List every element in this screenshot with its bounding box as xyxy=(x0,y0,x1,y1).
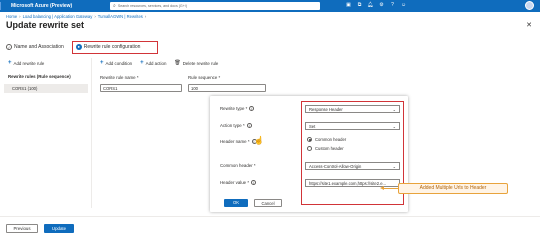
settings-icon[interactable]: ⚙ xyxy=(378,2,385,8)
plus-icon: + xyxy=(8,60,12,66)
chevron-down-icon: ⌄ xyxy=(392,107,396,112)
radio-unselected-icon xyxy=(307,146,312,151)
annotation-callout: Added Multiple Urls to Header xyxy=(398,183,508,194)
feedback-icon[interactable]: ☺ xyxy=(400,2,407,8)
common-header-label: Common header * xyxy=(220,163,256,168)
callout-arrowhead xyxy=(380,186,384,190)
callout-arrow xyxy=(383,188,399,189)
top-bar: Microsoft Azure (Preview) ⌕ Search resou… xyxy=(0,0,540,12)
header-value-label: Header value * xyxy=(220,180,250,185)
common-header-select[interactable]: Access-Control-Allow-Origin ⌄ xyxy=(305,162,400,170)
breadcrumb-separator: › xyxy=(94,14,96,19)
previous-button[interactable]: Previous xyxy=(6,224,38,233)
rewrite-type-value: Response Header xyxy=(309,107,343,112)
tab-highlight-box xyxy=(72,41,158,54)
search-input[interactable]: ⌕ Search resources, services, and docs (… xyxy=(110,2,320,10)
cancel-button[interactable]: Cancel xyxy=(254,199,282,207)
add-rewrite-rule-button[interactable]: + Add rewrite rule xyxy=(8,60,44,66)
avatar[interactable] xyxy=(525,1,534,10)
breadcrumb-home[interactable]: Home xyxy=(6,14,17,19)
plus-icon: + xyxy=(100,60,104,66)
brand-title[interactable]: Microsoft Azure (Preview) xyxy=(11,3,93,9)
action-type-label: Action type * xyxy=(220,123,245,128)
tab-label: Name and Association xyxy=(14,44,64,50)
search-icon: ⌕ xyxy=(113,3,116,9)
page-title: Update rewrite set xyxy=(6,20,85,30)
header-value-field[interactable]: https://site1.example.com,https://site2.… xyxy=(305,179,400,187)
action-type-value: Set xyxy=(309,124,316,129)
trash-icon: 🗑︎ xyxy=(174,60,181,66)
rules-pane xyxy=(0,58,92,208)
add-rewrite-rule-label: Add rewrite rule xyxy=(13,60,45,66)
plus-icon: + xyxy=(140,60,144,66)
rule-name-field[interactable]: CORS1 xyxy=(100,84,182,92)
header-name-label: Header name * xyxy=(220,139,250,144)
add-action-label: Add action xyxy=(145,60,167,66)
update-button[interactable]: Update xyxy=(44,224,74,233)
help-icon[interactable]: ? xyxy=(389,2,396,8)
rule-sequence-label: Rule sequence * xyxy=(188,75,221,80)
common-header-radio[interactable]: Common header xyxy=(307,137,346,142)
breadcrumb-separator: › xyxy=(19,14,21,19)
breadcrumb-load-balancing[interactable]: Load balancing | Application Gateway xyxy=(23,14,93,19)
rule-toolbar: + Add condition + Add action 🗑︎ Delete rewr… xyxy=(100,60,218,66)
common-header-radio-label: Common header xyxy=(315,137,347,142)
chevron-down-icon: ⌄ xyxy=(392,164,396,169)
delete-rule-button[interactable]: 🗑︎ Delete rewrite rule xyxy=(174,60,218,66)
search-placeholder: Search resources, services, and docs (G+… xyxy=(117,4,188,8)
breadcrumb: Home › Load balancing | Application Gatew… xyxy=(6,14,146,19)
action-panel: Rewrite type * i Response Header ⌄ Action … xyxy=(210,96,408,212)
rewrite-type-select[interactable]: Response Header ⌄ xyxy=(305,105,400,113)
chevron-down-icon: ⌄ xyxy=(392,124,396,129)
delete-rule-label: Delete rewrite rule xyxy=(182,60,219,66)
tab-name-and-association[interactable]: ✓ Name and Association xyxy=(6,44,64,50)
add-condition-button[interactable]: + Add condition xyxy=(100,60,132,66)
ok-button[interactable]: OK xyxy=(224,199,248,207)
info-icon[interactable]: i xyxy=(249,106,255,111)
breadcrumb-rewrites[interactable]: TumallAGWN | Rewrites xyxy=(98,14,143,19)
list-item[interactable]: CORS1 (100) xyxy=(4,84,88,93)
info-icon[interactable]: i xyxy=(251,180,257,185)
add-action-button[interactable]: + Add action xyxy=(140,60,166,66)
custom-header-radio-label: Custom header xyxy=(315,146,344,151)
custom-header-radio[interactable]: Custom header xyxy=(307,146,344,151)
cloud-shell-icon[interactable]: ▣ xyxy=(345,2,352,8)
breadcrumb-separator: › xyxy=(144,14,147,19)
common-header-value: Access-Control-Allow-Origin xyxy=(309,164,362,169)
rules-header: Rewrite rules (Rule sequence) xyxy=(8,74,71,79)
action-type-select[interactable]: Set ⌄ xyxy=(305,122,400,130)
rewrite-type-label: Rewrite type * xyxy=(220,106,248,111)
info-icon[interactable]: i xyxy=(246,123,252,128)
rule-name-label: Rewrite rule name * xyxy=(100,75,139,80)
add-condition-label: Add condition xyxy=(105,60,133,66)
radio-selected-icon xyxy=(307,137,312,142)
hand-cursor-icon: ☝ xyxy=(254,136,264,145)
action-highlight-box xyxy=(301,101,404,205)
topbar-icons: ▣ ⧉ 🔔︎ ⚙ ? ☺ xyxy=(345,2,407,8)
directory-icon[interactable]: ⧉ xyxy=(356,2,363,8)
rule-sequence-field[interactable]: 100 xyxy=(188,84,266,92)
menu-separator xyxy=(0,2,1,10)
checkmark-icon: ✓ xyxy=(6,44,12,50)
footer-bar xyxy=(0,216,540,242)
notifications-icon[interactable]: 🔔︎ xyxy=(367,2,374,8)
close-icon[interactable]: ✕ xyxy=(526,21,532,29)
account-menu[interactable] xyxy=(522,1,534,10)
